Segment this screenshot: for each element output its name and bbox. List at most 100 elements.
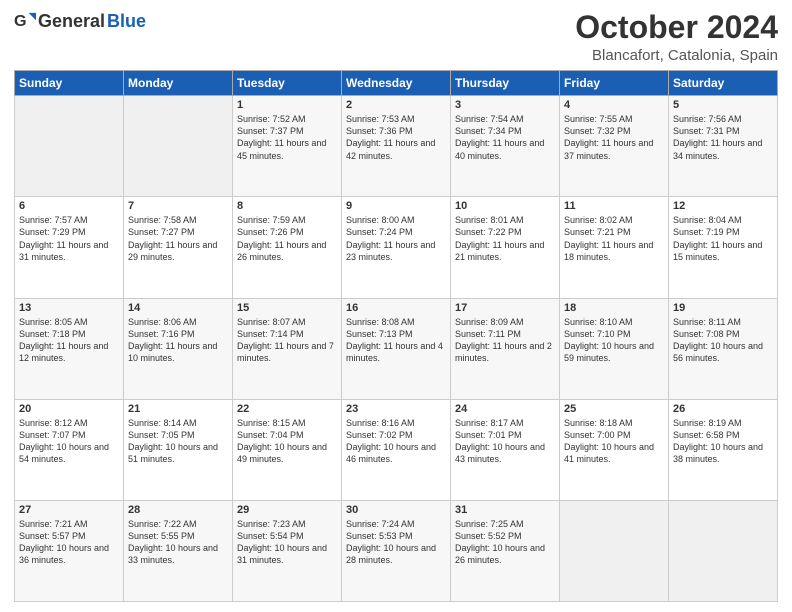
calendar-week-row: 6Sunrise: 7:57 AM Sunset: 7:29 PM Daylig… [15,197,778,298]
calendar-cell: 9 Sunrise: 8:00 AM Sunset: 7:24 PM Daylig… [342,197,451,298]
calendar-cell: 2Sunrise: 7:53 AM Sunset: 7:36 PM Daylig… [342,96,451,197]
calendar-cell: 16 Sunrise: 8:08 AM Sunset: 7:13 PM Dayli… [342,298,451,399]
logo-area: G GeneralBlue [14,10,146,32]
day-info: Sunrise: 8:02 AM Sunset: 7:21 PM Dayligh… [564,214,664,263]
logo: G GeneralBlue [14,10,146,32]
day-number: 15 [237,302,337,314]
calendar-cell: 25Sunrise: 8:18 AM Sunset: 7:00 PM Dayli… [560,399,669,500]
calendar-cell: 10 Sunrise: 8:01 AM Sunset: 7:22 PM Dayli… [451,197,560,298]
day-number: 12 [673,200,773,212]
day-info: Sunrise: 8:19 AM Sunset: 6:58 PM Dayligh… [673,417,773,466]
calendar-cell: 18Sunrise: 8:10 AM Sunset: 7:10 PM Dayli… [560,298,669,399]
svg-text:G: G [14,12,27,30]
day-number: 22 [237,403,337,415]
day-info: Sunrise: 7:24 AM Sunset: 5:53 PM Dayligh… [346,518,446,567]
day-info: Sunrise: 7:58 AM Sunset: 7:27 PM Dayligh… [128,214,228,263]
day-info: Sunrise: 7:52 AM Sunset: 7:37 PM Dayligh… [237,113,337,162]
day-number: 10 [455,200,555,212]
calendar-cell: 4 Sunrise: 7:55 AM Sunset: 7:32 PM Daylig… [560,96,669,197]
day-number: 21 [128,403,228,415]
calendar-cell: 7 Sunrise: 7:58 AM Sunset: 7:27 PM Daylig… [124,197,233,298]
calendar-header-saturday: Saturday [669,71,778,96]
calendar-cell: 19 Sunrise: 8:11 AM Sunset: 7:08 PM Dayli… [669,298,778,399]
day-info: Sunrise: 8:08 AM Sunset: 7:13 PM Dayligh… [346,316,446,365]
day-number: 25 [564,403,664,415]
day-number: 23 [346,403,446,415]
calendar-cell [15,96,124,197]
calendar-header-thursday: Thursday [451,71,560,96]
logo-icon: G [14,10,36,32]
day-info: Sunrise: 7:54 AM Sunset: 7:34 PM Dayligh… [455,113,555,162]
calendar-cell: 23 Sunrise: 8:16 AM Sunset: 7:02 PM Dayli… [342,399,451,500]
calendar-table: SundayMondayTuesdayWednesdayThursdayFrid… [14,70,778,602]
day-number: 19 [673,302,773,314]
calendar-cell [124,96,233,197]
day-info: Sunrise: 8:10 AM Sunset: 7:10 PM Dayligh… [564,316,664,365]
calendar-header-friday: Friday [560,71,669,96]
day-number: 28 [128,504,228,516]
day-info: Sunrise: 8:05 AM Sunset: 7:18 PM Dayligh… [19,316,119,365]
calendar-header-monday: Monday [124,71,233,96]
day-info: Sunrise: 8:11 AM Sunset: 7:08 PM Dayligh… [673,316,773,365]
day-number: 1 [237,99,337,111]
day-info: Sunrise: 7:21 AM Sunset: 5:57 PM Dayligh… [19,518,119,567]
day-number: 17 [455,302,555,314]
day-number: 8 [237,200,337,212]
day-number: 16 [346,302,446,314]
day-number: 11 [564,200,664,212]
calendar-header-wednesday: Wednesday [342,71,451,96]
day-info: Sunrise: 8:12 AM Sunset: 7:07 PM Dayligh… [19,417,119,466]
day-info: Sunrise: 7:55 AM Sunset: 7:32 PM Dayligh… [564,113,664,162]
day-number: 27 [19,504,119,516]
day-number: 4 [564,99,664,111]
day-info: Sunrise: 7:25 AM Sunset: 5:52 PM Dayligh… [455,518,555,567]
title-area: October 2024 Blancafort, Catalonia, Spai… [575,10,778,64]
day-number: 26 [673,403,773,415]
calendar-cell: 20Sunrise: 8:12 AM Sunset: 7:07 PM Dayli… [15,399,124,500]
calendar-cell: 12 Sunrise: 8:04 AM Sunset: 7:19 PM Dayli… [669,197,778,298]
calendar-cell [560,500,669,601]
calendar-cell: 29Sunrise: 7:23 AM Sunset: 5:54 PM Dayli… [233,500,342,601]
day-info: Sunrise: 8:17 AM Sunset: 7:01 PM Dayligh… [455,417,555,466]
calendar-header-tuesday: Tuesday [233,71,342,96]
calendar-cell [669,500,778,601]
day-info: Sunrise: 8:14 AM Sunset: 7:05 PM Dayligh… [128,417,228,466]
day-info: Sunrise: 8:01 AM Sunset: 7:22 PM Dayligh… [455,214,555,263]
calendar-header-row: SundayMondayTuesdayWednesdayThursdayFrid… [15,71,778,96]
day-info: Sunrise: 7:22 AM Sunset: 5:55 PM Dayligh… [128,518,228,567]
calendar-cell: 11 Sunrise: 8:02 AM Sunset: 7:21 PM Dayli… [560,197,669,298]
day-info: Sunrise: 8:09 AM Sunset: 7:11 PM Dayligh… [455,316,555,365]
calendar-cell: 6Sunrise: 7:57 AM Sunset: 7:29 PM Daylig… [15,197,124,298]
calendar-week-row: 13Sunrise: 8:05 AM Sunset: 7:18 PM Dayli… [15,298,778,399]
calendar-week-row: 27 Sunrise: 7:21 AM Sunset: 5:57 PM Dayli… [15,500,778,601]
day-info: Sunrise: 8:04 AM Sunset: 7:19 PM Dayligh… [673,214,773,263]
calendar-cell: 15Sunrise: 8:07 AM Sunset: 7:14 PM Dayli… [233,298,342,399]
calendar-cell: 14 Sunrise: 8:06 AM Sunset: 7:16 PM Dayli… [124,298,233,399]
calendar-cell: 1 Sunrise: 7:52 AM Sunset: 7:37 PM Daylig… [233,96,342,197]
day-number: 30 [346,504,446,516]
day-number: 7 [128,200,228,212]
day-number: 3 [455,99,555,111]
month-title: October 2024 [575,10,778,45]
calendar-header-sunday: Sunday [15,71,124,96]
day-number: 2 [346,99,446,111]
day-info: Sunrise: 7:57 AM Sunset: 7:29 PM Dayligh… [19,214,119,263]
page: G GeneralBlue October 2024 Blancafort, C… [0,0,792,612]
day-info: Sunrise: 8:15 AM Sunset: 7:04 PM Dayligh… [237,417,337,466]
calendar-cell: 27 Sunrise: 7:21 AM Sunset: 5:57 PM Dayli… [15,500,124,601]
calendar-cell: 17 Sunrise: 8:09 AM Sunset: 7:11 PM Dayli… [451,298,560,399]
header: G GeneralBlue October 2024 Blancafort, C… [14,10,778,64]
calendar-cell: 3 Sunrise: 7:54 AM Sunset: 7:34 PM Daylig… [451,96,560,197]
day-info: Sunrise: 8:16 AM Sunset: 7:02 PM Dayligh… [346,417,446,466]
day-info: Sunrise: 8:06 AM Sunset: 7:16 PM Dayligh… [128,316,228,365]
location-title: Blancafort, Catalonia, Spain [575,47,778,64]
day-number: 14 [128,302,228,314]
calendar-cell: 26 Sunrise: 8:19 AM Sunset: 6:58 PM Dayli… [669,399,778,500]
calendar-week-row: 1 Sunrise: 7:52 AM Sunset: 7:37 PM Daylig… [15,96,778,197]
calendar-cell: 24Sunrise: 8:17 AM Sunset: 7:01 PM Dayli… [451,399,560,500]
calendar-week-row: 20Sunrise: 8:12 AM Sunset: 7:07 PM Dayli… [15,399,778,500]
day-info: Sunrise: 8:00 AM Sunset: 7:24 PM Dayligh… [346,214,446,263]
day-number: 9 [346,200,446,212]
logo-text-general: General [38,11,105,32]
calendar-cell: 30 Sunrise: 7:24 AM Sunset: 5:53 PM Dayli… [342,500,451,601]
